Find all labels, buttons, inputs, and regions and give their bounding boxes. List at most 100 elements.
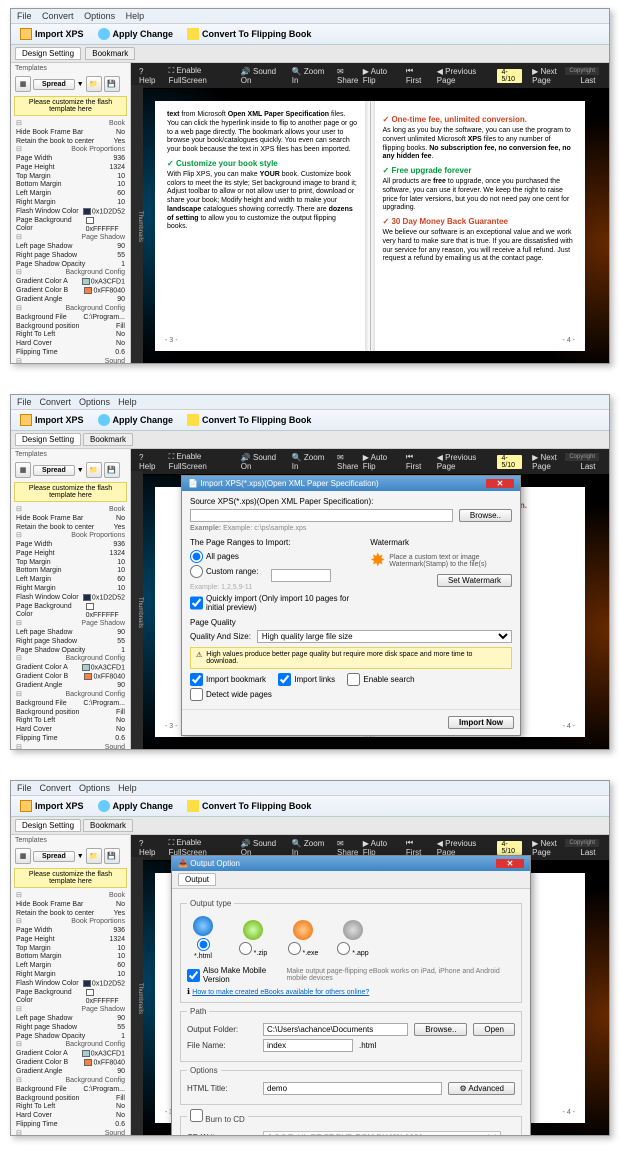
cd-writer-label: CD Writer: [187, 1133, 257, 1135]
prev-page-button[interactable]: ◀ Previous Page [437, 67, 488, 85]
import-pages-icon: 📄 Import XPS(*.xps)(Open XML Paper Speci… [188, 479, 379, 488]
page-right: One-time fee, unlimited conversion. As l… [370, 101, 586, 351]
output-type-group: Output type *.html *.zip *.exe *.app Als… [180, 899, 522, 1003]
detect-wide-checkbox[interactable]: Detect wide pages [190, 688, 272, 701]
quality-label: Page Quality [190, 618, 512, 627]
filename-label: File Name: [187, 1041, 257, 1050]
copyright-badge: Copyright [565, 67, 599, 75]
page-number: - 4 - [563, 337, 575, 346]
help-button[interactable]: ? Help [139, 67, 159, 85]
template-thumb-button[interactable]: ▦ [15, 76, 31, 92]
output-exe-radio[interactable]: *.exe [287, 920, 319, 957]
page-indicator[interactable]: 4-5/10 [497, 69, 522, 83]
cd-writer-select: 1:0:0,E: HL-DT-ST DVD-ROM DH40N A101 [263, 1131, 501, 1135]
flipbook[interactable]: text from Microsoft Open XML Paper Speci… [155, 101, 585, 351]
section-heading: Free upgrade forever [383, 166, 574, 176]
mobile-version-checkbox[interactable]: Also Make Mobile Version Make output pag… [187, 966, 515, 984]
close-button[interactable]: ✕ [496, 859, 524, 868]
menu-convert[interactable]: Convert [42, 11, 74, 21]
quick-import-checkbox[interactable]: Quickly import (Only import 10 pages for… [190, 594, 360, 612]
import-now-button[interactable]: Import Now [448, 716, 514, 729]
import-links-checkbox[interactable]: Import links [278, 673, 335, 686]
property-tree[interactable]: BookHide Book Frame BarNoRetain the book… [11, 504, 130, 749]
html-title-input[interactable] [263, 1082, 442, 1095]
path-group: Path Output Folder: Browse.. Open File N… [180, 1007, 522, 1062]
customize-hint: Please customize the flash template here [14, 96, 127, 116]
quality-warning: ⚠High values produce better page quality… [190, 647, 512, 669]
app-window-2: FileConvertOptionsHelp Import XPS Apply … [10, 394, 610, 750]
watermark-icon: ✸ [370, 550, 385, 571]
sound-button[interactable]: 🔊 Sound On [241, 67, 282, 85]
set-watermark-button[interactable]: Set Watermark [437, 574, 512, 587]
advanced-button[interactable]: ⚙ Advanced [448, 1082, 515, 1095]
source-path-input[interactable] [190, 509, 453, 522]
example-hint: Example: Example: c:\ps\sample.xps [190, 525, 512, 532]
range-hint: Example: 1,2,5,9-11 [190, 584, 252, 591]
watermark-label: Watermark [370, 538, 512, 547]
app-window-3: FileConvertOptionsHelp Import XPS Apply … [10, 780, 610, 1136]
first-page-button[interactable]: ⏮ First [406, 66, 427, 85]
settings-sidebar: Templates ▦ Spread ▼ 📁 💾 Please customiz… [11, 63, 131, 363]
all-pages-radio[interactable]: All pages [190, 550, 239, 563]
import-template-button[interactable]: 📁 [86, 76, 102, 92]
convert-button[interactable]: Convert To Flipping Book [184, 27, 314, 41]
section-heading: 30 Day Money Back Guarantee [383, 217, 574, 227]
fullscreen-button[interactable]: ⛶ Enable FullScreen [169, 66, 231, 85]
apply-change-button[interactable]: Apply Change [95, 413, 177, 427]
html-title-label: HTML Title: [187, 1084, 257, 1093]
share-button[interactable]: ✉ Share [337, 67, 363, 85]
output-zip-radio[interactable]: *.zip [237, 920, 269, 957]
menu-help[interactable]: Help [126, 11, 145, 21]
close-button[interactable]: ✕ [486, 479, 514, 488]
zoom-button[interactable]: 🔍 Zoom In [292, 67, 327, 85]
autoflip-button[interactable]: ▶ Auto Flip [363, 67, 396, 85]
import-xps-button[interactable]: Import XPS [17, 27, 87, 41]
convert-button[interactable]: Convert To Flipping Book [184, 413, 314, 427]
open-folder-button[interactable]: Open [473, 1023, 515, 1036]
import-dialog: 📄 Import XPS(*.xps)(Open XML Paper Speci… [181, 475, 521, 736]
range-label: The Page Ranges to Import: [190, 538, 360, 547]
output-app-radio[interactable]: *.app [337, 920, 369, 957]
section-heading: One-time fee, unlimited conversion. [383, 115, 574, 125]
import-bookmark-checkbox[interactable]: Import bookmark [190, 673, 266, 686]
burn-cd-group: Burn to CD CD Writer: 1:0:0,E: HL-DT-ST … [180, 1109, 522, 1135]
templates-label: Templates [11, 63, 130, 74]
settings-tabs: Design Setting Bookmark [11, 45, 609, 63]
browse-button[interactable]: Browse.. [459, 509, 512, 522]
watermark-hint: Place a custom text or image Watermark(S… [389, 554, 512, 568]
app-window-1: File Convert Options Help Import XPS App… [10, 8, 610, 364]
filename-input[interactable] [263, 1039, 353, 1052]
custom-range-radio[interactable]: Custom range: [190, 565, 258, 578]
enable-search-checkbox[interactable]: Enable search [347, 673, 414, 686]
tab-design-setting[interactable]: Design Setting [15, 47, 81, 60]
quality-row-label: Quality And Size: [190, 632, 251, 641]
save-template-button[interactable]: 💾 [104, 76, 120, 92]
custom-range-input[interactable] [271, 569, 331, 582]
spread-template-button[interactable]: Spread [33, 79, 75, 90]
viewer-side-tabs[interactable]: Thumbnails [131, 85, 143, 363]
menu-file[interactable]: File [17, 11, 32, 21]
import-xps-button[interactable]: Import XPS [17, 413, 87, 427]
toolbar: Import XPS Apply Change Convert To Flipp… [11, 24, 609, 45]
quality-select[interactable]: High quality large file size [257, 630, 512, 643]
file-ext: .html [359, 1041, 376, 1050]
how-to-link[interactable]: How to make created eBooks available for… [192, 989, 369, 996]
menu-options[interactable]: Options [84, 11, 115, 21]
output-folder-input[interactable] [263, 1023, 408, 1036]
viewer-toolbar: ? Help ⛶ Enable FullScreen 🔊 Sound On 🔍 … [131, 63, 609, 89]
apply-change-button[interactable]: Apply Change [95, 27, 177, 41]
refresh-icon [98, 28, 110, 40]
property-tree[interactable]: BookHide Book Frame BarNoRetain the book… [11, 118, 130, 363]
output-tab[interactable]: Output [178, 873, 216, 886]
property-tree[interactable]: BookHide Book Frame BarNoRetain the book… [11, 890, 130, 1135]
menubar: File Convert Options Help [11, 9, 609, 24]
folder-label: Output Folder: [187, 1025, 257, 1034]
dialog-titlebar: 📄 Import XPS(*.xps)(Open XML Paper Speci… [182, 476, 520, 491]
convert-icon [187, 28, 199, 40]
browse-folder-button[interactable]: Browse.. [414, 1023, 467, 1036]
book-viewer: ? Help ⛶ Enable FullScreen 🔊 Sound On 🔍 … [131, 63, 609, 363]
tab-bookmark[interactable]: Bookmark [85, 47, 135, 60]
output-html-radio[interactable]: *.html [187, 916, 219, 960]
burn-cd-checkbox[interactable]: Burn to CD [190, 1115, 245, 1124]
output-dialog: 📤 Output Option✕ Output Output type *.ht… [171, 855, 531, 1135]
